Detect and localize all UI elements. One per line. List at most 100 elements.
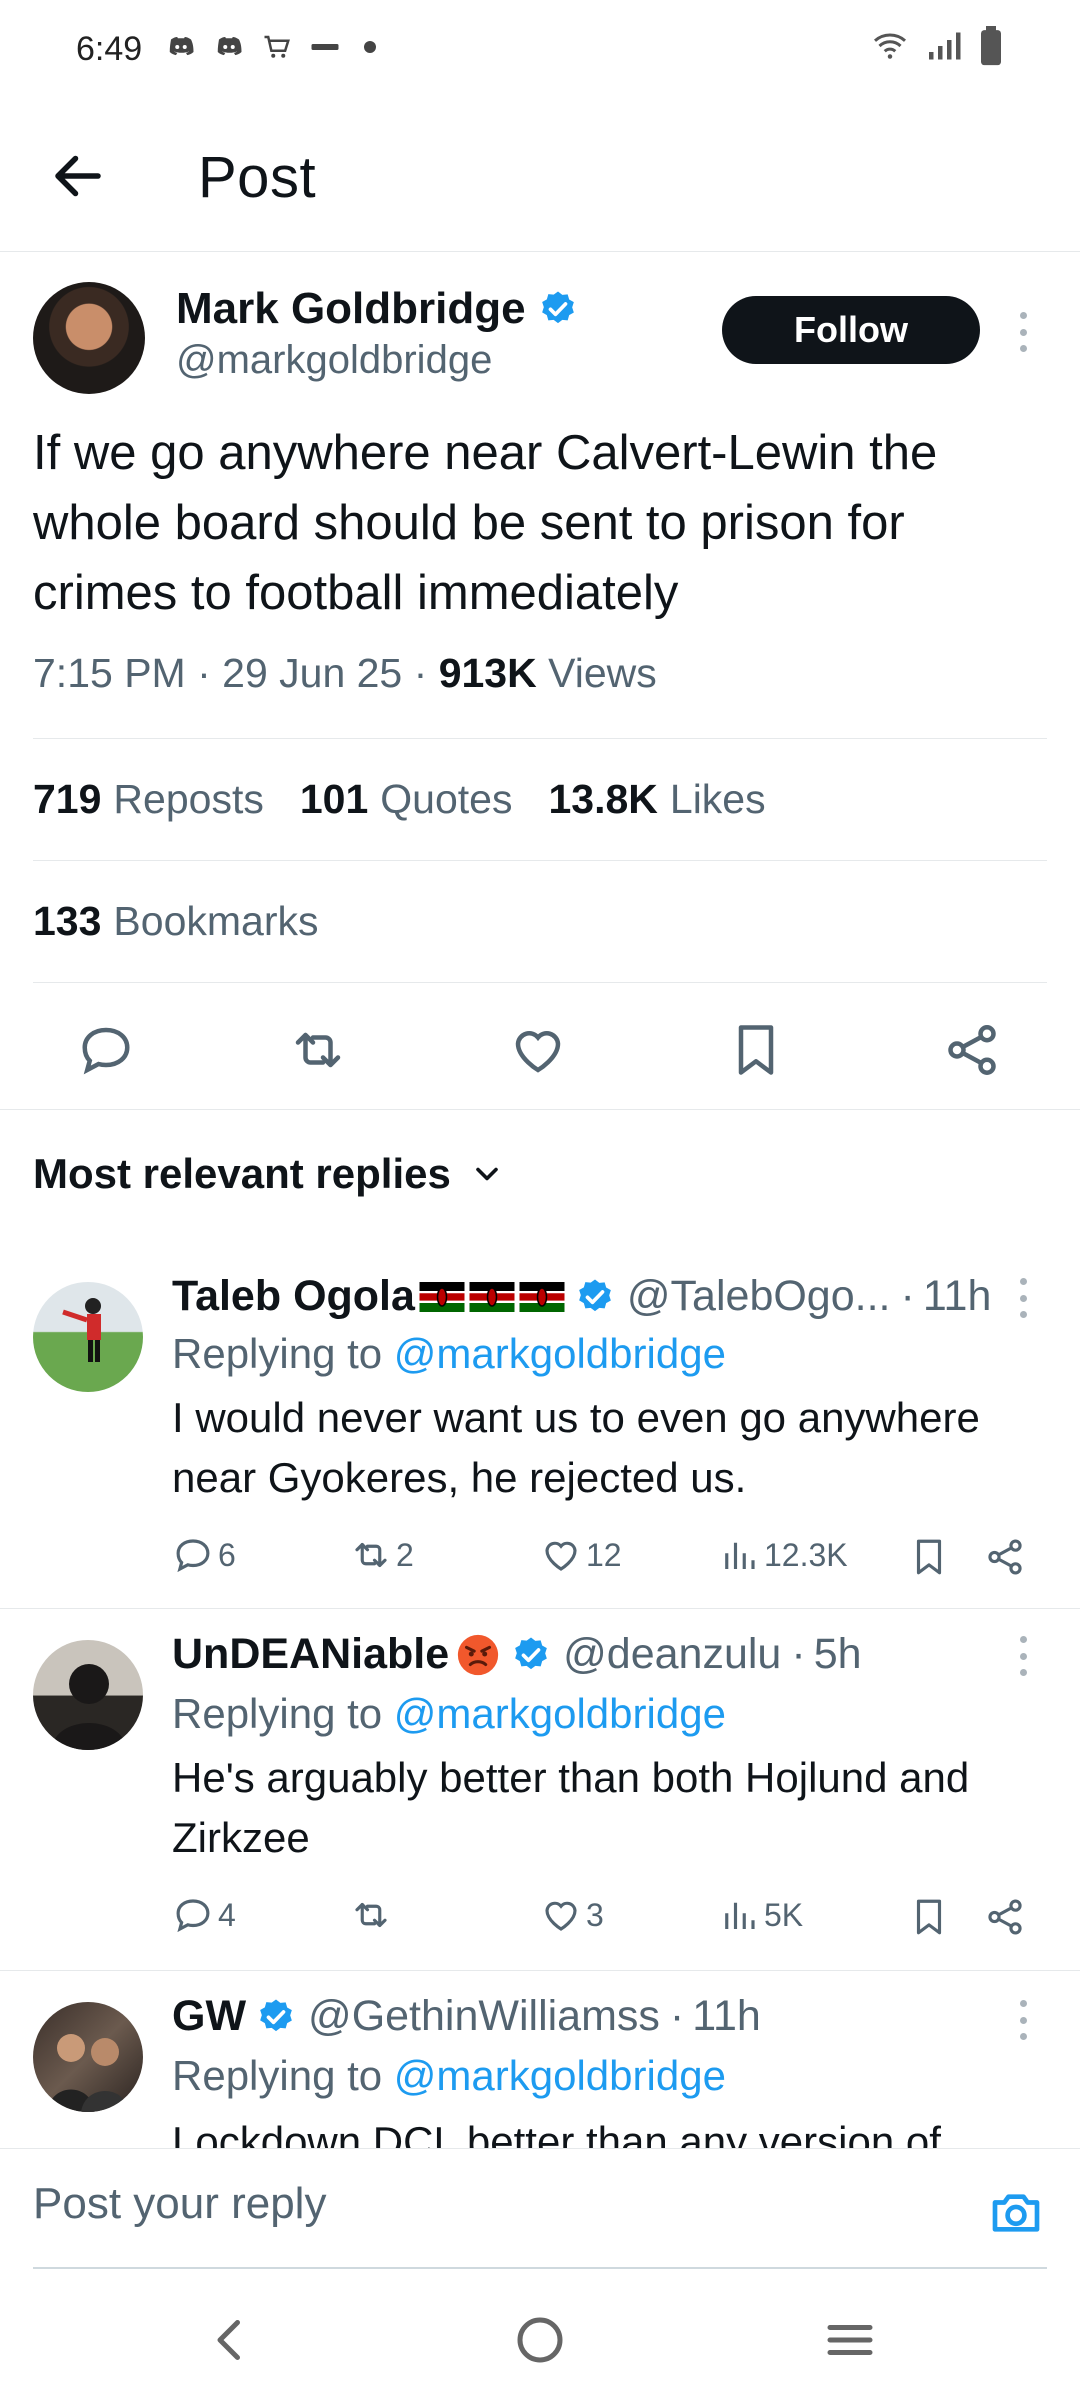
system-nav-bar [0,2278,1080,2400]
share-icon[interactable] [984,1536,1026,1578]
post-text: If we go anywhere near Calvert-Lewin the… [33,426,938,620]
reply-author-name[interactable]: Taleb Ogola [172,1272,415,1321]
views-count: 913K [438,650,537,696]
kenya-flag-icon [469,1281,515,1312]
replies-sort-dropdown[interactable]: Most relevant replies [33,1150,505,1198]
replying-to-line: Replying to @markgoldbridge [172,1330,726,1377]
repost-icon [355,1542,387,1568]
status-time: 6:49 [76,30,143,68]
reply-text: He's arguably better than both Hojlund a… [172,1754,970,1861]
kenya-flag-icon [519,1281,565,1312]
likes-stat[interactable]: 13.8K Likes [548,776,765,823]
reply-avatar[interactable] [33,1282,143,1392]
reply-author-name[interactable]: GW [172,1992,246,2041]
divider [33,738,1047,739]
nav-back-icon[interactable] [200,2310,260,2370]
signal-icon [929,32,961,60]
reply-time: 5h [813,1630,862,1678]
wifi-icon [874,33,906,59]
author-handle[interactable]: @markgoldbridge [176,338,492,383]
composer-underline [33,2267,1047,2269]
status-bar: 6:49 [0,0,1080,100]
author-name-row[interactable]: Mark Goldbridge [176,284,578,334]
follow-button[interactable]: Follow [722,296,980,364]
camera-icon[interactable] [988,2185,1044,2241]
notification-dot-icon [364,41,376,53]
more-options-icon[interactable] [1018,1636,1028,1676]
reply-repost-button[interactable]: 2 [350,1534,414,1576]
snack-icon [311,44,339,50]
engagement-stats: 719 Reposts 101 Quotes 13.8K Likes [33,776,766,823]
more-options-icon[interactable] [1018,312,1028,352]
reply-icon[interactable] [76,1020,136,1080]
views-chart-icon [725,1902,755,1929]
replying-to-link[interactable]: @markgoldbridge [394,1690,726,1737]
reply-item[interactable]: GW @GethinWilliamss · 11h Replying to @m… [0,1972,1080,2148]
reply-author-handle[interactable]: @GethinWilliamss [308,1992,660,2041]
reply-time: 11h [922,1272,992,1320]
cart-icon [264,35,290,58]
reply-like-button[interactable]: 12 [540,1534,622,1576]
post-actions [0,990,1080,1110]
like-icon[interactable] [508,1020,568,1080]
reply-avatar[interactable] [33,1640,143,1750]
post-meta: 7:15 PM · 29 Jun 25 · 913K Views [33,650,657,696]
divider [0,1970,1080,1971]
divider [0,1608,1080,1609]
nav-recents-icon[interactable] [820,2310,880,2370]
bookmark-icon[interactable] [908,1536,950,1578]
reply-input[interactable]: Post your reply [33,2179,326,2229]
author-avatar[interactable] [33,282,145,394]
more-options-icon[interactable] [1018,2000,1028,2040]
reply-author-name[interactable]: UnDEANiable [172,1630,449,1679]
views-label: Views [548,650,657,696]
reply-repost-button[interactable] [350,1894,396,1936]
bookmark-icon[interactable] [726,1020,786,1080]
reply-like-button[interactable]: 3 [540,1894,604,1936]
reply-time: 11h [692,1992,761,2040]
reply-icon [176,1539,210,1573]
chevron-down-icon [476,1167,498,1181]
back-arrow-icon[interactable] [48,146,108,206]
discord-icon [217,37,242,56]
top-bar: Post [0,100,1080,252]
quotes-stat[interactable]: 101 Quotes [300,776,513,823]
bookmarks-stat[interactable]: 133 Bookmarks [33,898,318,945]
sort-label: Most relevant replies [33,1150,451,1197]
reply-item[interactable]: Taleb Ogola @TalebOgo... · 11h Replying … [0,1252,1080,1609]
replying-to-link[interactable]: @markgoldbridge [394,1330,726,1377]
replying-to-link[interactable]: @markgoldbridge [394,2052,726,2099]
verified-badge-icon [515,1637,547,1669]
verified-badge-icon [260,1999,292,2031]
divider [33,982,1047,983]
like-icon [545,1901,577,1931]
nav-home-icon[interactable] [510,2310,570,2370]
repost-icon[interactable] [288,1020,348,1080]
reply-comment-button[interactable]: 6 [172,1534,236,1576]
discord-icon [169,37,194,56]
reply-author-handle[interactable]: @deanzulu [563,1630,781,1679]
reply-views-button[interactable]: 5K [718,1894,803,1936]
page-title: Post [198,145,317,210]
divider [33,860,1047,861]
reposts-stat[interactable]: 719 Reposts [33,776,264,823]
replying-to-line: Replying to @markgoldbridge [172,2052,726,2099]
repost-icon [355,1902,387,1928]
bookmark-icon[interactable] [908,1896,950,1938]
post-date: 29 Jun 25 [222,650,403,696]
reply-icon [176,1899,210,1933]
person-figure-icon [62,1298,101,1362]
more-options-icon[interactable] [1018,1278,1028,1318]
reply-comment-button[interactable]: 4 [172,1894,236,1936]
angry-face-icon [458,1634,499,1675]
group-photo-icon [47,2034,129,2112]
reply-author-handle[interactable]: @TalebOgo... [627,1272,891,1321]
author-name[interactable]: Mark Goldbridge [176,284,526,334]
share-icon[interactable] [942,1020,1002,1080]
reply-avatar[interactable] [33,2002,143,2112]
replying-to-line: Replying to @markgoldbridge [172,1690,726,1737]
reply-views-button[interactable]: 12.3K [718,1534,848,1576]
share-icon[interactable] [984,1896,1026,1938]
person-silhouette-icon [51,1664,127,1750]
reply-item[interactable]: UnDEANiable @deanzulu · 5h Replying to @… [0,1610,1080,1971]
